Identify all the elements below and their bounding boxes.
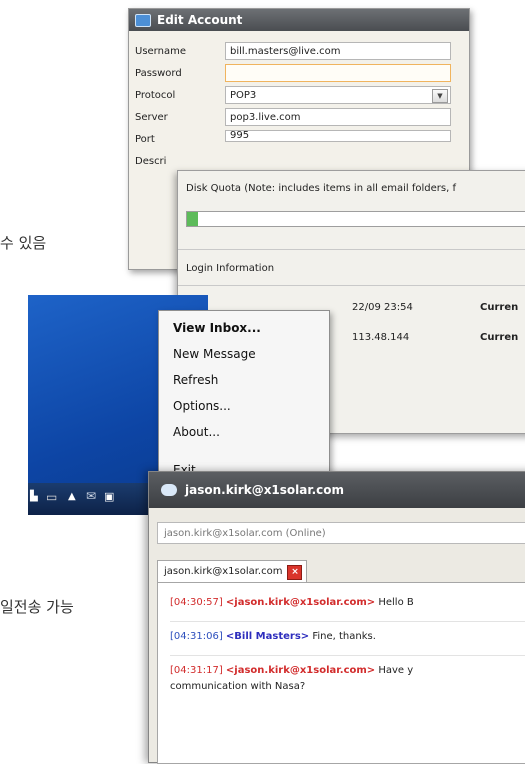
- login-ip-2: 113.48.144: [352, 332, 410, 343]
- close-icon[interactable]: ×: [287, 565, 303, 580]
- server-row: Server: [135, 107, 221, 127]
- username-field[interactable]: bill.masters@live.com: [225, 42, 451, 60]
- server-field[interactable]: pop3.live.com: [225, 108, 451, 126]
- chat-window: jason.kirk@x1solar.com jason.kirk@x1sola…: [148, 471, 525, 764]
- caption-bottom: 일전송 가능: [0, 598, 74, 616]
- chat-message: [04:31:06] <Bill Masters> Fine, thanks.: [170, 629, 525, 645]
- message-divider: [170, 655, 525, 656]
- message-log: [04:30:57] <jason.kirk@x1solar.com> Hell…: [157, 582, 525, 764]
- chat-title: jason.kirk@x1solar.com: [185, 483, 345, 497]
- menu-item-view-inbox[interactable]: View Inbox...: [173, 321, 261, 335]
- divider: [178, 285, 525, 286]
- login-info-label: Login Information: [186, 263, 275, 274]
- protocol-value: POP3: [230, 90, 257, 101]
- message-divider: [170, 621, 525, 622]
- message-continuation: communication with Nasa?: [170, 681, 306, 692]
- divider: [178, 249, 525, 250]
- caption-top: 수 있음: [0, 234, 47, 252]
- description-label: Descri: [135, 155, 167, 167]
- disk-quota-progress-fill: [187, 212, 198, 226]
- message-text: Fine, thanks.: [312, 631, 376, 642]
- contact-status: jason.kirk@x1solar.com (Online): [157, 522, 525, 544]
- description-row: Descri: [135, 151, 221, 171]
- port-label: Port: [135, 133, 155, 145]
- password-label: Password: [135, 67, 182, 79]
- username-label: Username: [135, 45, 186, 57]
- window-icon: [135, 13, 151, 27]
- message-timestamp: [04:31:06]: [170, 631, 223, 642]
- chevron-down-icon[interactable]: ▼: [432, 89, 448, 103]
- protocol-select[interactable]: POP3 ▼: [225, 86, 451, 104]
- disk-quota-progress: [186, 211, 525, 227]
- server-label: Server: [135, 111, 168, 123]
- tray-expand-icon[interactable]: ▲: [68, 491, 76, 502]
- menu-item-options[interactable]: Options...: [173, 399, 231, 413]
- login-time-1: 22/09 23:54: [352, 302, 413, 313]
- mail-icon[interactable]: ✉: [86, 489, 96, 503]
- login-status-1: Curren: [480, 302, 519, 313]
- port-field[interactable]: 995: [225, 130, 451, 142]
- tray-context-menu: View Inbox... New Message Refresh Option…: [158, 310, 330, 492]
- tray-flag-icon[interactable]: ▙: [30, 491, 38, 502]
- tab-conversation[interactable]: jason.kirk@x1solar.com ×: [157, 560, 308, 583]
- username-row: Username: [135, 41, 221, 61]
- chat-titlebar[interactable]: jason.kirk@x1solar.com: [149, 472, 525, 508]
- port-row: Port: [135, 129, 221, 149]
- menu-item-new-message[interactable]: New Message: [173, 347, 256, 361]
- password-row: Password: [135, 63, 221, 83]
- tab-label: jason.kirk@x1solar.com: [164, 566, 283, 577]
- edit-account-title: Edit Account: [157, 13, 243, 27]
- login-status-2: Curren: [480, 332, 519, 343]
- message-text: Hello B: [378, 597, 414, 608]
- password-field[interactable]: [225, 64, 451, 82]
- chat-message: [04:30:57] <jason.kirk@x1solar.com> Hell…: [170, 595, 525, 611]
- edit-account-titlebar[interactable]: Edit Account: [129, 9, 469, 31]
- menu-item-refresh[interactable]: Refresh: [173, 373, 218, 387]
- disk-quota-label: Disk Quota (Note: includes items in all …: [186, 183, 456, 194]
- message-timestamp: [04:30:57]: [170, 597, 223, 608]
- chat-bubble-icon: [161, 484, 177, 496]
- message-sender: <jason.kirk@x1solar.com>: [225, 597, 376, 608]
- message-timestamp: [04:31:17]: [170, 665, 223, 676]
- message-sender: <Bill Masters>: [225, 631, 310, 642]
- chat-message: [04:31:17] <jason.kirk@x1solar.com> Have…: [170, 663, 525, 679]
- keyboard-icon[interactable]: ▭: [46, 490, 57, 504]
- app-tray-icon[interactable]: ▣: [104, 490, 114, 503]
- message-text: Have y: [378, 665, 414, 676]
- menu-item-about[interactable]: About...: [173, 425, 220, 439]
- message-sender: <jason.kirk@x1solar.com>: [225, 665, 376, 676]
- protocol-label: Protocol: [135, 89, 176, 101]
- protocol-row: Protocol: [135, 85, 221, 105]
